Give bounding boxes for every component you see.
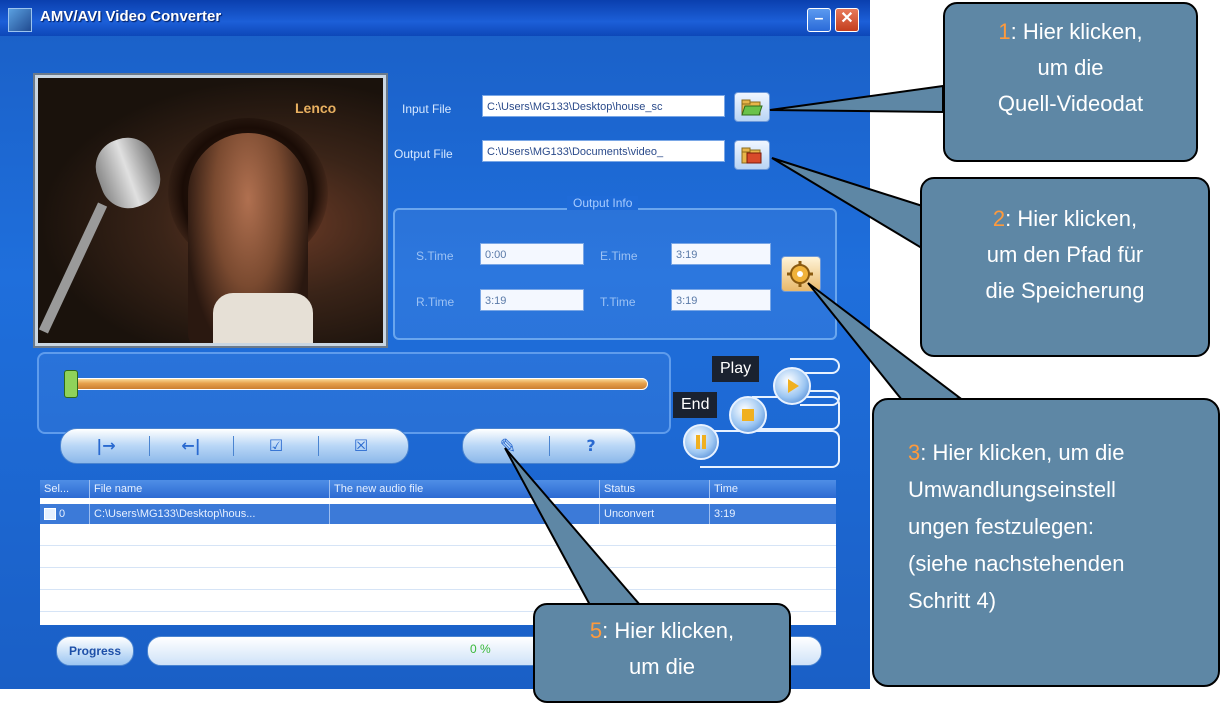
callout-step-5: 5: Hier klicken, um die [533, 603, 791, 703]
callout-step-3: 3: Hier klicken, um die Umwandlungseinst… [872, 398, 1220, 687]
callout-step-2: 2: Hier klicken, um den Pfad für die Spe… [920, 177, 1210, 357]
callout-step-1: 1: Hier klicken, um die Quell-Videodat [943, 2, 1198, 162]
